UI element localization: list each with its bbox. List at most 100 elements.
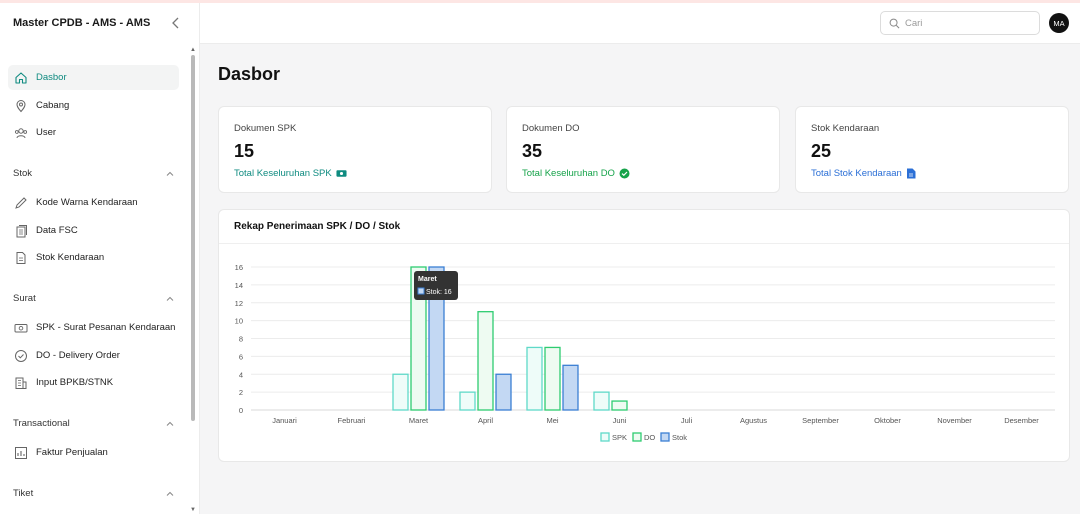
card-link-label: Total Stok Kendaraan — [811, 168, 902, 179]
section-title: Tiket — [13, 488, 34, 499]
search-input[interactable] — [905, 17, 1025, 29]
x-tick-label: Maret — [409, 416, 429, 425]
sidebar-item-label: DO - Delivery Order — [36, 350, 120, 361]
section-tiket[interactable]: Tiket — [13, 488, 175, 499]
section-surat[interactable]: Surat — [13, 293, 175, 304]
bar-do-juni — [611, 400, 628, 411]
scroll-up-arrow[interactable]: ▲ — [190, 47, 196, 53]
check-circle-icon — [619, 168, 630, 179]
sidebar-item-label: Data FSC — [36, 225, 78, 236]
x-tick-label: Juli — [681, 416, 693, 425]
card-dokumen-spk: Dokumen SPK 15 Total Keseluruhan SPK — [218, 106, 492, 193]
app-title: Master CPDB - AMS - AMS — [13, 17, 151, 29]
sidebar-item-do[interactable]: DO - Delivery Order — [8, 343, 179, 368]
legend-swatch-stok — [660, 432, 670, 442]
x-tick-label: Oktober — [874, 416, 901, 425]
sidebar-item-data-fsc[interactable]: Data FSC — [8, 218, 179, 243]
chevron-up-icon — [166, 171, 174, 176]
y-tick-label: 0 — [239, 406, 243, 415]
sidebar-item-spk[interactable]: SPK - Surat Pesanan Kendaraan — [8, 315, 179, 340]
x-tick-label: Januari — [272, 416, 297, 425]
bar-stok-mei — [562, 364, 579, 411]
bar-do-april — [477, 311, 494, 411]
legend-swatch-spk — [600, 432, 610, 442]
sidebar-collapse-button[interactable] — [168, 15, 184, 31]
sidebar-item-bpkb[interactable]: Input BPKB/STNK — [8, 370, 179, 395]
sidebar-item-user[interactable]: User — [8, 120, 179, 145]
card-label: Stok Kendaraan — [811, 123, 880, 134]
legend-label-do: DO — [644, 433, 655, 442]
card-value: 25 — [811, 141, 832, 161]
sidebar-item-label: Dasbor — [36, 72, 67, 83]
section-transactional[interactable]: Transactional — [13, 418, 175, 429]
section-title: Stok — [13, 168, 33, 179]
card-label: Dokumen SPK — [234, 123, 297, 134]
card-link-stok[interactable]: Total Stok Kendaraan — [811, 168, 917, 179]
card-label: Dokumen DO — [522, 123, 580, 134]
chart-icon — [13, 445, 28, 460]
file-icon — [906, 168, 917, 179]
section-title: Transactional — [13, 418, 70, 429]
chevron-up-icon — [166, 296, 174, 301]
chart-card: Rekap Penerimaan SPK / DO / Stok 0 2 4 6 8 10… — [218, 209, 1070, 462]
map-pin-icon — [13, 98, 28, 113]
legend-swatch-do — [632, 432, 642, 442]
sidebar-item-faktur[interactable]: Faktur Penjualan — [8, 440, 179, 465]
sidebar-item-label: Input BPKB/STNK — [36, 377, 114, 388]
chevron-up-icon — [166, 491, 174, 496]
money-icon — [13, 320, 28, 335]
card-link-label: Total Keseluruhan DO — [522, 168, 615, 179]
bar-spk-april — [459, 391, 476, 411]
scroll-down-arrow[interactable]: ▼ — [190, 507, 196, 513]
money-icon — [336, 168, 347, 179]
sidebar-item-label: Cabang — [36, 100, 70, 111]
y-tick-label: 14 — [235, 281, 243, 290]
bar-spk-mei — [526, 346, 543, 411]
search-box[interactable] — [880, 11, 1040, 35]
users-icon — [13, 125, 28, 140]
file-icon — [13, 250, 28, 265]
bar-stok-april — [495, 373, 512, 411]
chevron-left-icon — [172, 17, 179, 29]
sidebar-item-label: User — [36, 127, 57, 138]
y-tick-label: 8 — [239, 335, 243, 344]
card-link-label: Total Keseluruhan SPK — [234, 168, 332, 179]
y-tick-label: 6 — [239, 352, 243, 361]
section-stok[interactable]: Stok — [13, 168, 175, 179]
chevron-up-icon — [166, 421, 174, 426]
x-tick-label: Mei — [546, 416, 558, 425]
y-tick-label: 10 — [235, 317, 243, 326]
sidebar-item-label: Stok Kendaraan — [36, 252, 105, 263]
y-tick-label: 4 — [239, 370, 243, 379]
sidebar-item-stok-kendaraan[interactable]: Stok Kendaraan — [8, 245, 179, 270]
home-icon — [13, 70, 28, 85]
sidebar-item-label: Kode Warna Kendaraan — [36, 197, 138, 208]
x-tick-label: Desember — [1004, 416, 1039, 425]
x-tick-label: November — [937, 416, 972, 425]
card-value: 15 — [234, 141, 255, 161]
x-tick-label: Februari — [338, 416, 366, 425]
avatar[interactable]: MA — [1049, 13, 1069, 33]
pencil-icon — [13, 195, 28, 210]
sidebar-item-label: Faktur Penjualan — [36, 447, 108, 458]
sidebar-item-label: SPK - Surat Pesanan Kendaraan — [36, 322, 176, 333]
card-link-spk[interactable]: Total Keseluruhan SPK — [234, 168, 347, 179]
y-tick-label: 12 — [235, 299, 243, 308]
x-tick-label: Juni — [613, 416, 627, 425]
card-dokumen-do: Dokumen DO 35 Total Keseluruhan DO — [506, 106, 780, 193]
bar-spk-juni — [593, 391, 610, 411]
sidebar-scrollbar[interactable] — [191, 55, 195, 421]
sidebar-nav: Dasbor Cabang User Stok Kode Warna Kenda… — [0, 49, 200, 514]
legend-label-spk: SPK — [612, 433, 627, 442]
y-tick-label: 2 — [239, 388, 243, 397]
sidebar-item-kode-warna[interactable]: Kode Warna Kendaraan — [8, 190, 179, 215]
sidebar-item-dasbor[interactable]: Dasbor — [8, 65, 179, 90]
sidebar: Master CPDB - AMS - AMS Dasbor Cabang Us… — [0, 3, 200, 514]
card-link-do[interactable]: Total Keseluruhan DO — [522, 168, 630, 179]
building-icon — [13, 375, 28, 390]
card-value: 35 — [522, 141, 543, 161]
sidebar-item-cabang[interactable]: Cabang — [8, 93, 179, 118]
y-tick-label: 16 — [235, 263, 243, 272]
top-header: MA — [200, 3, 1080, 44]
search-icon — [889, 18, 900, 28]
